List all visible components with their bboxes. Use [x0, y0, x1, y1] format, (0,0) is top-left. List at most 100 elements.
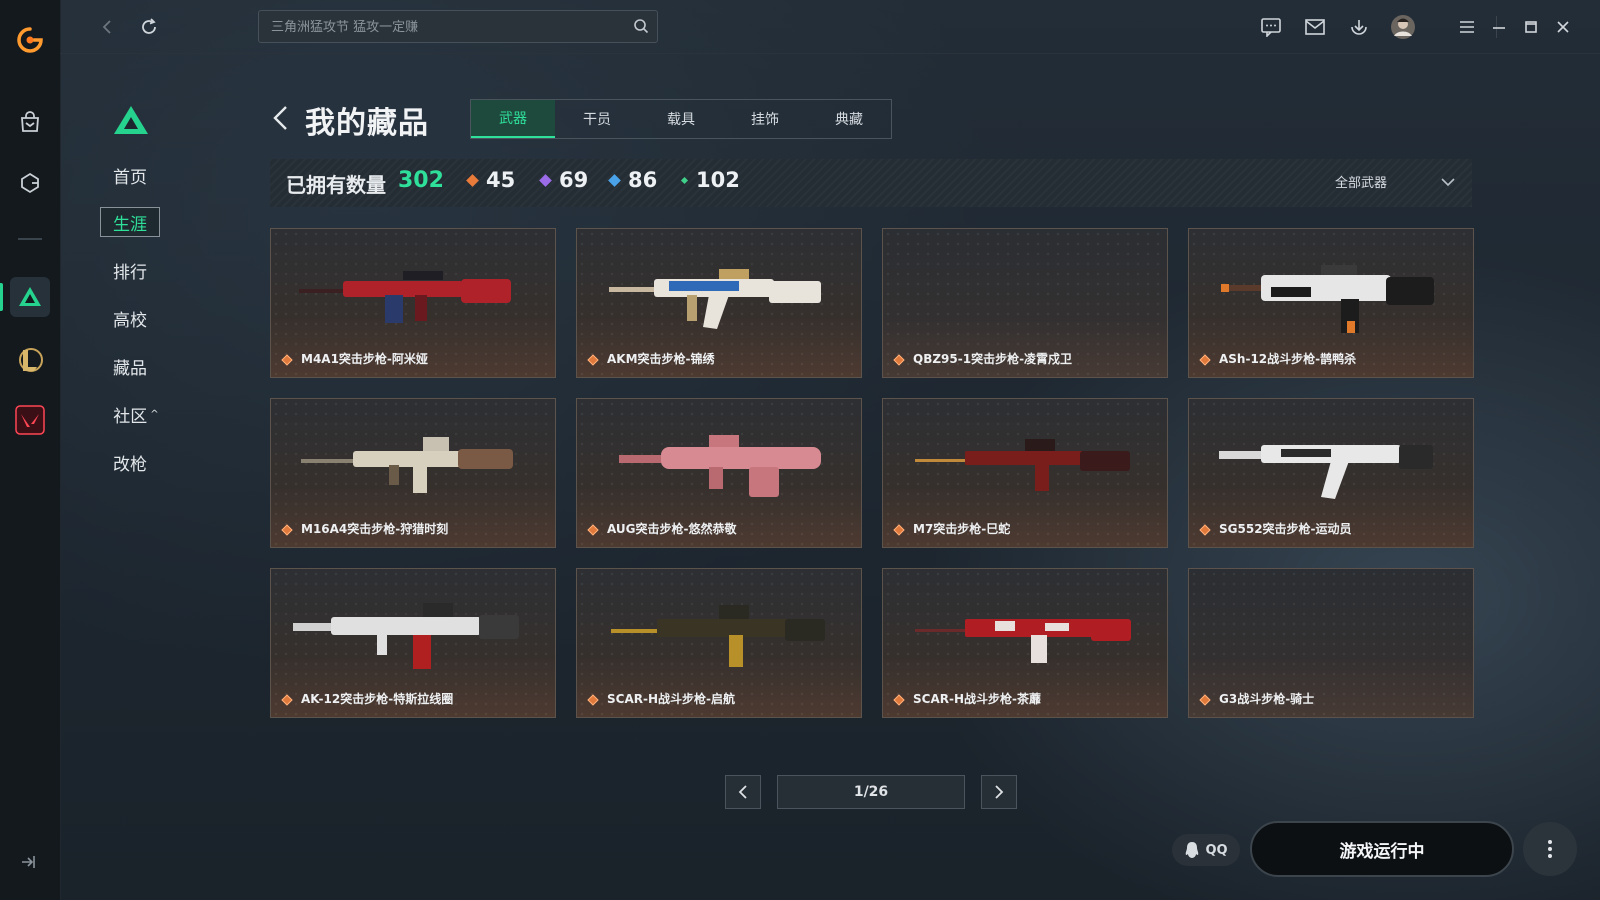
rarity-diamond-icon [587, 354, 599, 366]
weapon-card[interactable]: M4A1突击步枪-阿米娅 [270, 228, 556, 378]
weapon-card[interactable]: SG552突击步枪-运动员 [1188, 398, 1474, 548]
tier-stat-green: 102 [680, 168, 740, 192]
weapon-card[interactable]: SCAR-H战斗步枪-启航 [576, 568, 862, 718]
subnav-college[interactable]: 高校 [100, 303, 160, 333]
subnav-collection[interactable]: 藏品 [100, 351, 160, 381]
search-icon[interactable] [633, 18, 649, 38]
minimize-icon[interactable] [1484, 12, 1514, 42]
weapon-name: SCAR-H战斗步枪-茶蘼 [913, 692, 1041, 706]
tier-count: 86 [628, 168, 658, 192]
game-running-button[interactable]: 游戏运行中 [1250, 821, 1514, 877]
subnav-label: 社区 [113, 406, 148, 427]
rarity-diamond-icon [893, 694, 905, 706]
rail-active-indicator [0, 283, 3, 311]
tier-stat-blue: 86 [608, 168, 658, 192]
weapon-image [299, 271, 511, 323]
app-logo-icon[interactable] [10, 20, 50, 60]
subnav-ranking[interactable]: 排行 [100, 255, 160, 285]
weapon-card[interactable]: G3战斗步枪-骑士 [1188, 568, 1474, 718]
back-nav-icon[interactable] [92, 12, 122, 42]
weapon-card[interactable]: AKM突击步枪-锦绣 [576, 228, 862, 378]
category-tabs: 武器 干员 载具 挂饰 典藏 [470, 99, 892, 139]
maximize-icon[interactable] [1516, 12, 1546, 42]
tab-charms[interactable]: 挂饰 [723, 100, 807, 138]
next-page-button[interactable] [981, 775, 1017, 809]
weapon-card[interactable]: AK-12突击步枪-特斯拉线圈 [270, 568, 556, 718]
subnav-gunsmith[interactable]: 改枪 [100, 447, 160, 477]
avatar[interactable] [1388, 12, 1418, 42]
tier-stat-orange: 45 [466, 168, 515, 192]
league-of-legends-icon[interactable] [10, 340, 50, 380]
subnav-label: 排行 [113, 262, 147, 283]
qq-button[interactable]: QQ [1172, 834, 1240, 866]
collapse-sidebar-icon[interactable] [18, 852, 38, 876]
owned-label: 已拥有数量 [286, 173, 386, 197]
weapon-image [1219, 445, 1433, 499]
search-box[interactable] [258, 10, 658, 44]
store-bag-icon[interactable] [10, 102, 50, 142]
left-rail [0, 0, 61, 900]
rarity-diamond-icon [587, 524, 599, 536]
refresh-icon[interactable] [134, 12, 164, 42]
tab-weapons[interactable]: 武器 [471, 100, 555, 138]
delta-force-logo-icon [113, 104, 149, 140]
weapon-name: G3战斗步枪-骑士 [1219, 692, 1315, 706]
weapon-name: AK-12突击步枪-特斯拉线圈 [301, 692, 454, 706]
caret-up-icon: ^ [150, 408, 159, 420]
rarity-diamond-icon [893, 354, 905, 366]
qq-label: QQ [1205, 842, 1228, 858]
weapon-image [619, 435, 821, 497]
menu-icon[interactable] [1452, 12, 1482, 42]
subnav-label: 改枪 [113, 454, 147, 475]
tier-count: 69 [559, 168, 589, 192]
search-input[interactable] [269, 11, 623, 44]
purple-diamond-icon [539, 173, 552, 187]
weapon-image [301, 437, 513, 493]
subnav-label: 首页 [113, 167, 147, 188]
weapon-name: SG552突击步枪-运动员 [1219, 522, 1352, 536]
rarity-diamond-icon [1199, 694, 1211, 706]
subnav-label: 生涯 [113, 214, 147, 235]
chevron-down-icon[interactable] [1440, 173, 1456, 192]
weapon-image [915, 439, 1130, 491]
prev-page-button[interactable] [725, 775, 761, 809]
weapon-name: AUG突击步枪-悠然恭敬 [607, 522, 737, 536]
weapon-card[interactable]: QBZ95-1突击步枪-凌霄戍卫 [882, 228, 1168, 378]
stats-bar: 已拥有数量 302 45 69 86 102 全部武器 [270, 159, 1472, 207]
subnav-label: 高校 [113, 310, 147, 331]
weapon-filter-dropdown[interactable]: 全部武器 [1335, 172, 1387, 191]
weapon-name: M7突击步枪-巳蛇 [913, 522, 1011, 536]
rarity-diamond-icon [1199, 354, 1211, 366]
mail-icon[interactable] [1300, 12, 1330, 42]
weapon-name: QBZ95-1突击步枪-凌霄戍卫 [913, 352, 1073, 366]
rarity-diamond-icon [587, 694, 599, 706]
weapon-card[interactable]: SCAR-H战斗步枪-茶蘼 [882, 568, 1168, 718]
rarity-diamond-icon [1199, 524, 1211, 536]
tab-collection[interactable]: 典藏 [807, 100, 891, 138]
chevron-right-icon [995, 785, 1004, 799]
back-icon[interactable] [271, 104, 291, 136]
page-indicator: 1/26 [777, 775, 965, 809]
weapon-card[interactable]: AUG突击步枪-悠然恭敬 [576, 398, 862, 548]
weapon-card[interactable]: ASh-12战斗步枪-鹊鸭杀 [1188, 228, 1474, 378]
tab-operators[interactable]: 干员 [555, 100, 639, 138]
valorant-icon[interactable] [10, 400, 50, 440]
weapon-card[interactable]: M16A4突击步枪-狩猎时刻 [270, 398, 556, 548]
green-diamond-icon [680, 176, 689, 184]
game-tag-icon[interactable] [10, 163, 50, 203]
subnav-home[interactable]: 首页 [100, 160, 160, 190]
tab-vehicles[interactable]: 载具 [639, 100, 723, 138]
orange-diamond-icon [466, 173, 479, 187]
delta-force-icon[interactable] [10, 277, 50, 317]
subnav-career[interactable]: 生涯 [100, 207, 160, 237]
download-icon[interactable] [1344, 12, 1374, 42]
subnav-community[interactable]: 社区 ^ [106, 399, 166, 429]
weapon-name: SCAR-H战斗步枪-启航 [607, 692, 735, 706]
close-icon[interactable] [1548, 12, 1578, 42]
tier-count: 102 [696, 168, 740, 192]
more-options-button[interactable] [1523, 822, 1577, 876]
weapon-card[interactable]: M7突击步枪-巳蛇 [882, 398, 1168, 548]
tier-stat-purple: 69 [539, 168, 589, 192]
chat-icon[interactable] [1256, 12, 1286, 42]
more-vertical-icon [1548, 840, 1552, 858]
